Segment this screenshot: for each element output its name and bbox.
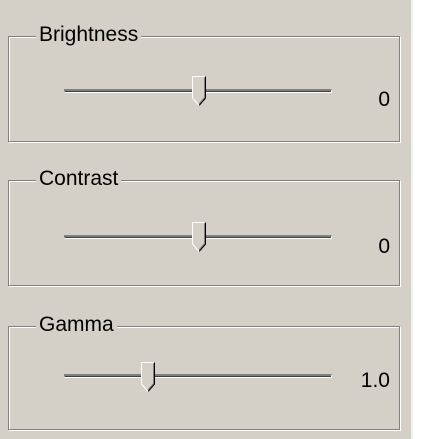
brightness-value: 0	[378, 88, 390, 111]
gamma-value: 1.0	[360, 369, 390, 392]
gamma-label: Gamma	[36, 312, 117, 338]
brightness-slider-thumb[interactable]	[192, 76, 206, 106]
contrast-label: Contrast	[36, 166, 122, 192]
brightness-group: Brightness 0	[8, 22, 400, 142]
adjustments-panel: Brightness 0 Contrast 0 Gamma 1.0	[0, 0, 413, 439]
contrast-slider-thumb[interactable]	[192, 222, 206, 252]
brightness-label: Brightness	[36, 22, 142, 48]
gamma-slider-track[interactable]	[64, 374, 332, 378]
gamma-group: Gamma 1.0	[8, 312, 400, 430]
contrast-value: 0	[378, 235, 390, 258]
gamma-slider-thumb[interactable]	[141, 362, 155, 392]
contrast-group: Contrast 0	[8, 166, 400, 286]
